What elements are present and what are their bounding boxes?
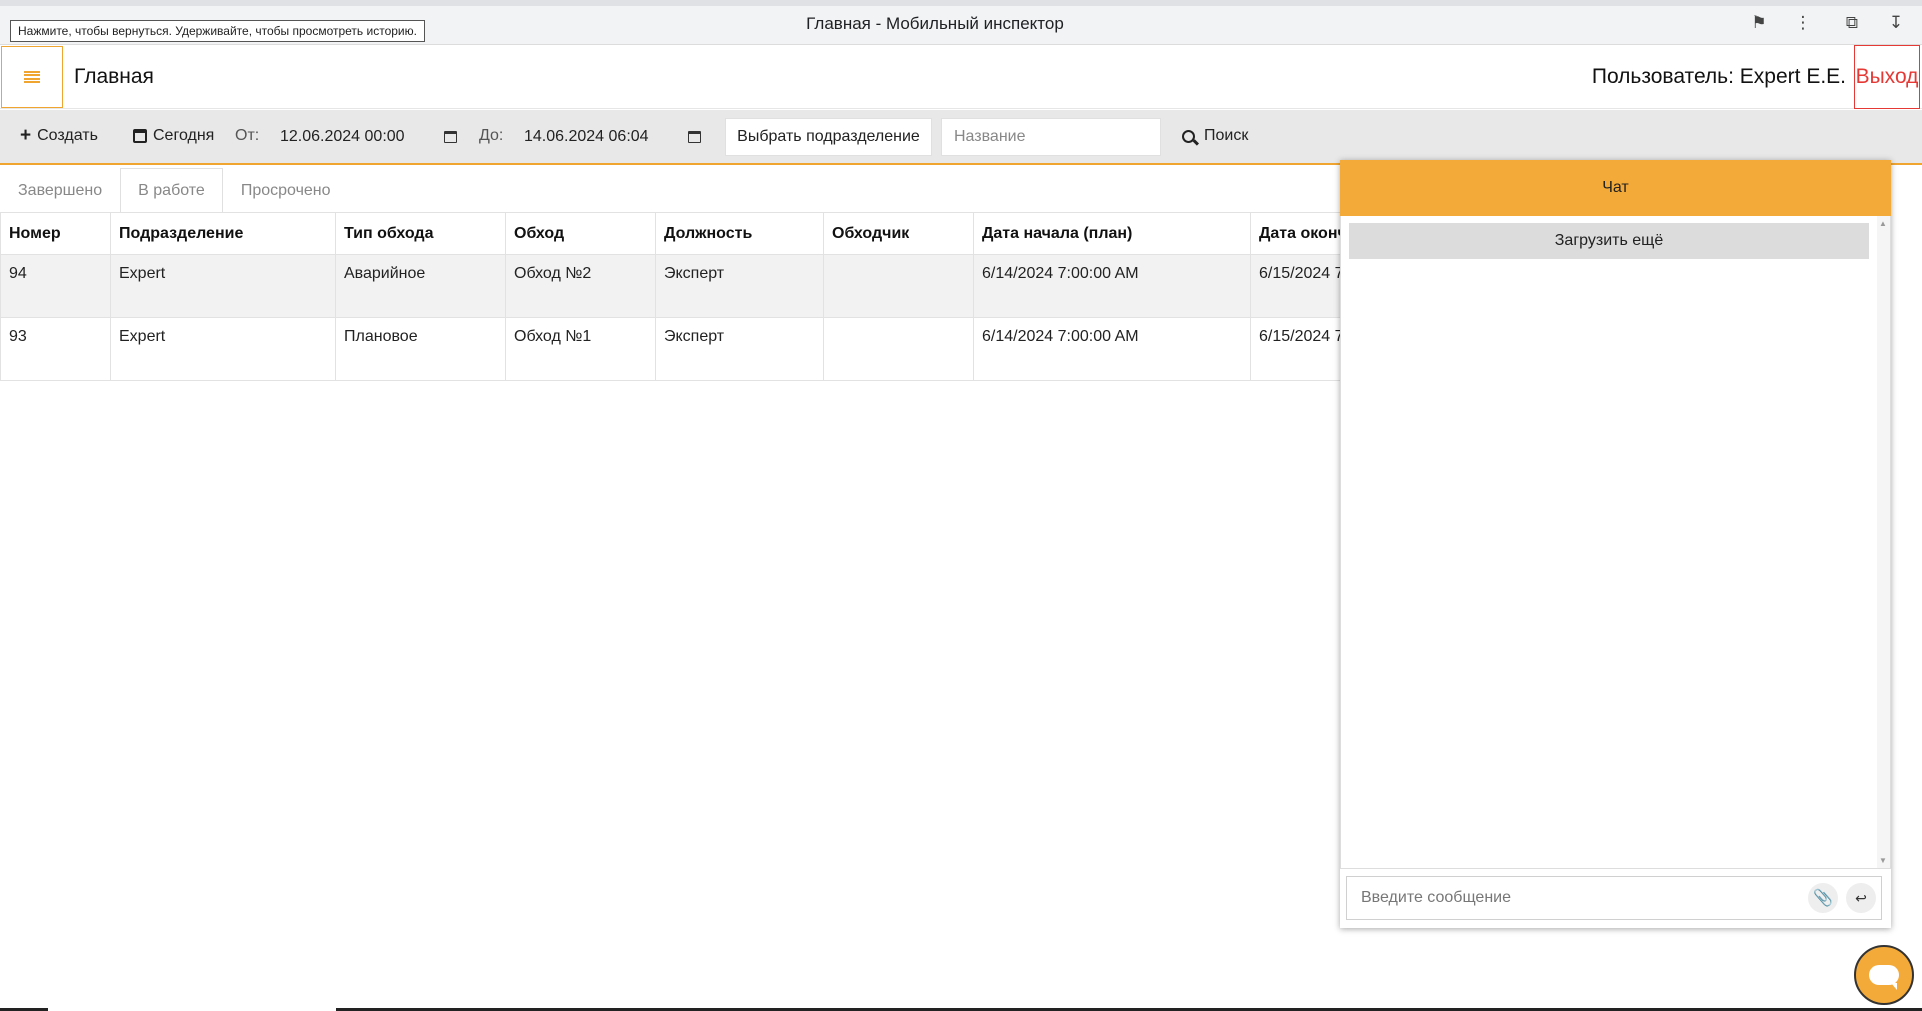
status-tabs: Завершено В работе Просрочено bbox=[0, 168, 349, 213]
bookmark-icon[interactable]: ⚑ bbox=[1748, 12, 1770, 34]
tab-overdue[interactable]: Просрочено bbox=[223, 168, 349, 213]
cell-round-type: Аварийное bbox=[335, 254, 506, 318]
column-subdivision[interactable]: Подразделение bbox=[110, 212, 336, 255]
create-button[interactable]: + Создать bbox=[20, 125, 98, 146]
table-row[interactable]: 93 Expert Плановое Обход №1 Эксперт 6/14… bbox=[0, 317, 1451, 381]
cell-position: Эксперт bbox=[655, 317, 824, 381]
tab-completed[interactable]: Завершено bbox=[0, 168, 120, 213]
hamburger-menu-button[interactable] bbox=[1, 46, 63, 108]
filter-toolbar: + Создать Сегодня От: 12.06.2024 00:00 Д… bbox=[0, 110, 1922, 165]
search-icon bbox=[1182, 129, 1195, 143]
column-inspector[interactable]: Обходчик bbox=[823, 212, 974, 255]
from-date-value: 12.06.2024 00:00 bbox=[280, 128, 405, 145]
today-label: Сегодня bbox=[153, 127, 215, 144]
user-label: Пользователь: Expert E.E. bbox=[1591, 65, 1846, 88]
column-number[interactable]: Номер bbox=[0, 212, 111, 255]
send-icon[interactable]: ↩ bbox=[1846, 883, 1876, 913]
from-label: От: bbox=[235, 127, 260, 144]
scroll-down-icon[interactable]: ▼ bbox=[1879, 856, 1887, 865]
app-header: Главная Пользователь: Expert E.E. Выход bbox=[0, 45, 1922, 109]
cell-subdivision: Expert bbox=[110, 254, 336, 318]
name-search-input[interactable] bbox=[941, 118, 1161, 156]
cell-round: Обход №1 bbox=[505, 317, 656, 381]
tab-in-progress[interactable]: В работе bbox=[120, 168, 223, 213]
column-start-date[interactable]: Дата начала (план) bbox=[973, 212, 1251, 255]
to-calendar-icon[interactable] bbox=[688, 130, 701, 148]
from-calendar-icon[interactable] bbox=[444, 130, 457, 148]
cell-start-date: 6/14/2024 7:00:00 AM bbox=[973, 254, 1251, 318]
cell-inspector bbox=[823, 254, 974, 318]
column-round[interactable]: Обход bbox=[505, 212, 656, 255]
page-title: Главная bbox=[74, 65, 154, 88]
from-date-input[interactable]: 12.06.2024 00:00 bbox=[280, 118, 457, 156]
today-button[interactable]: Сегодня bbox=[133, 127, 214, 145]
chat-panel: Чат Загрузить ещё ▲ ▼ 📎 ↩ bbox=[1340, 160, 1891, 928]
cell-number: 94 bbox=[0, 254, 111, 318]
back-button-tooltip: Нажмите, чтобы вернуться. Удерживайте, ч… bbox=[10, 20, 425, 42]
table-row[interactable]: 94 Expert Аварийное Обход №2 Эксперт 6/1… bbox=[0, 254, 1451, 318]
to-label: До: bbox=[479, 127, 504, 144]
create-label: Создать bbox=[37, 127, 98, 144]
hamburger-icon bbox=[24, 71, 40, 83]
column-round-type[interactable]: Тип обхода bbox=[335, 212, 506, 255]
cell-round-type: Плановое bbox=[335, 317, 506, 381]
cell-inspector bbox=[823, 317, 974, 381]
cell-number: 93 bbox=[0, 317, 111, 381]
search-button[interactable]: Поиск bbox=[1182, 127, 1248, 145]
chat-toggle-button[interactable] bbox=[1854, 945, 1914, 1005]
cell-start-date: 6/14/2024 7:00:00 AM bbox=[973, 317, 1251, 381]
calendar-icon bbox=[133, 129, 147, 143]
cell-position: Эксперт bbox=[655, 254, 824, 318]
extensions-icon[interactable]: ⧉ bbox=[1841, 12, 1863, 34]
attach-icon[interactable]: 📎 bbox=[1808, 883, 1838, 913]
chat-footer: 📎 ↩ bbox=[1340, 868, 1891, 928]
browser-tab-strip bbox=[0, 0, 1922, 6]
plus-icon: + bbox=[20, 125, 32, 146]
chat-bubble-icon bbox=[1869, 965, 1899, 990]
message-input[interactable] bbox=[1346, 876, 1882, 920]
scroll-up-icon[interactable]: ▲ bbox=[1879, 219, 1887, 228]
table-header-row: Номер Подразделение Тип обхода Обход Дол… bbox=[0, 212, 1451, 255]
cell-subdivision: Expert bbox=[110, 317, 336, 381]
download-icon[interactable]: ↧ bbox=[1885, 12, 1907, 34]
chat-scrollbar[interactable]: ▲ ▼ bbox=[1877, 216, 1890, 868]
more-menu-icon[interactable]: ⋮ bbox=[1792, 12, 1814, 34]
chat-messages-area: Загрузить ещё ▲ ▼ bbox=[1340, 216, 1891, 868]
logout-button[interactable]: Выход bbox=[1854, 45, 1920, 109]
select-subdivision-button[interactable]: Выбрать подразделение bbox=[725, 118, 932, 156]
to-date-input[interactable]: 14.06.2024 06:04 bbox=[524, 118, 701, 156]
chat-title: Чат bbox=[1340, 160, 1891, 216]
to-date-value: 14.06.2024 06:04 bbox=[524, 128, 649, 145]
cell-round: Обход №2 bbox=[505, 254, 656, 318]
column-position[interactable]: Должность bbox=[655, 212, 824, 255]
load-more-button[interactable]: Загрузить ещё bbox=[1349, 223, 1869, 259]
browser-toolbar: Главная - Мобильный инспектор Нажмите, ч… bbox=[0, 0, 1922, 45]
search-label: Поиск bbox=[1204, 127, 1249, 144]
